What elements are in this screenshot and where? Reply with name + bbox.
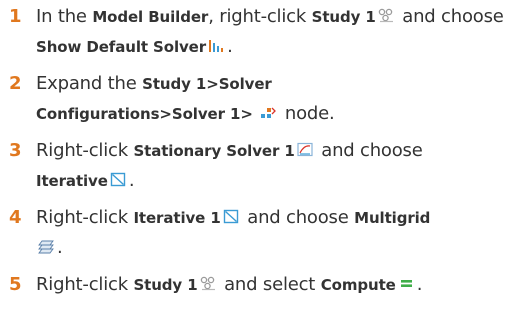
step-number: 3	[9, 140, 22, 161]
step-text: In the Model Builder, right-click Study …	[36, 2, 517, 62]
ui-term: Study 1	[133, 276, 198, 294]
step-text-run: node.	[279, 103, 335, 124]
step-text-run: Right-click	[36, 274, 134, 295]
step-item: 3 Right-click Stationary Solver 1 and cho…	[0, 136, 517, 196]
step-item: 5 Right-click Study 1 and select Compute.	[0, 270, 517, 300]
step-text-run: Right-click	[36, 140, 134, 161]
step-item: 2 Expand the Study 1>Solver Configurations…	[0, 69, 517, 129]
multigrid-icon	[38, 239, 55, 254]
step-text-run: .	[227, 36, 233, 57]
step-text-run: Expand the	[36, 73, 143, 94]
compute-icon	[398, 276, 415, 291]
step-text-run: , right-click	[208, 6, 312, 27]
ui-term: Iterative 1	[133, 209, 221, 227]
step-text-run: and choose	[396, 6, 504, 27]
step-item: 4 Right-click Iterative 1 and choose Mult…	[0, 203, 517, 263]
iterative-icon	[110, 172, 127, 187]
ui-term: Multigrid	[354, 209, 431, 227]
ui-term: Show Default Solver	[36, 38, 207, 56]
step-number: 1	[9, 6, 22, 27]
step-number: 4	[9, 207, 22, 228]
ui-term: Compute	[320, 276, 396, 294]
study-icon	[378, 8, 395, 23]
ui-term: Study 1	[311, 8, 376, 26]
ui-term: Configurations>Solver 1>	[36, 105, 253, 123]
instruction-steps: 1 In the Model Builder, right-click Study…	[0, 2, 517, 307]
iterative-icon	[223, 209, 240, 224]
step-text-run: .	[57, 237, 63, 258]
study-icon	[200, 276, 217, 291]
step-text-run	[253, 103, 259, 124]
stationary-solver-icon	[297, 142, 314, 157]
step-item: 1 In the Model Builder, right-click Study…	[0, 2, 517, 62]
step-text-run: and select	[218, 274, 321, 295]
step-text-run: Right-click	[36, 207, 134, 228]
step-text: Right-click Stationary Solver 1 and choo…	[36, 136, 517, 196]
step-text: Right-click Iterative 1 and choose Multi…	[36, 203, 517, 263]
ui-term: Iterative	[36, 172, 108, 190]
solver-sequence-icon	[208, 38, 225, 53]
solver-node-icon	[260, 105, 277, 120]
step-number: 5	[9, 274, 22, 295]
step-text-run: In the	[36, 6, 93, 27]
step-text-run: and choose	[241, 207, 355, 228]
step-text: Expand the Study 1>Solver Configurations>…	[36, 69, 517, 129]
step-number: 2	[9, 73, 22, 94]
ui-term: Study 1>Solver	[142, 75, 272, 93]
step-text-run: and choose	[315, 140, 423, 161]
step-text-run: .	[416, 274, 423, 295]
ui-term: Model Builder	[92, 8, 209, 26]
step-text-run: .	[128, 170, 135, 191]
step-text: Right-click Study 1 and select Compute.	[36, 270, 517, 300]
ui-term: Stationary Solver 1	[133, 142, 295, 160]
